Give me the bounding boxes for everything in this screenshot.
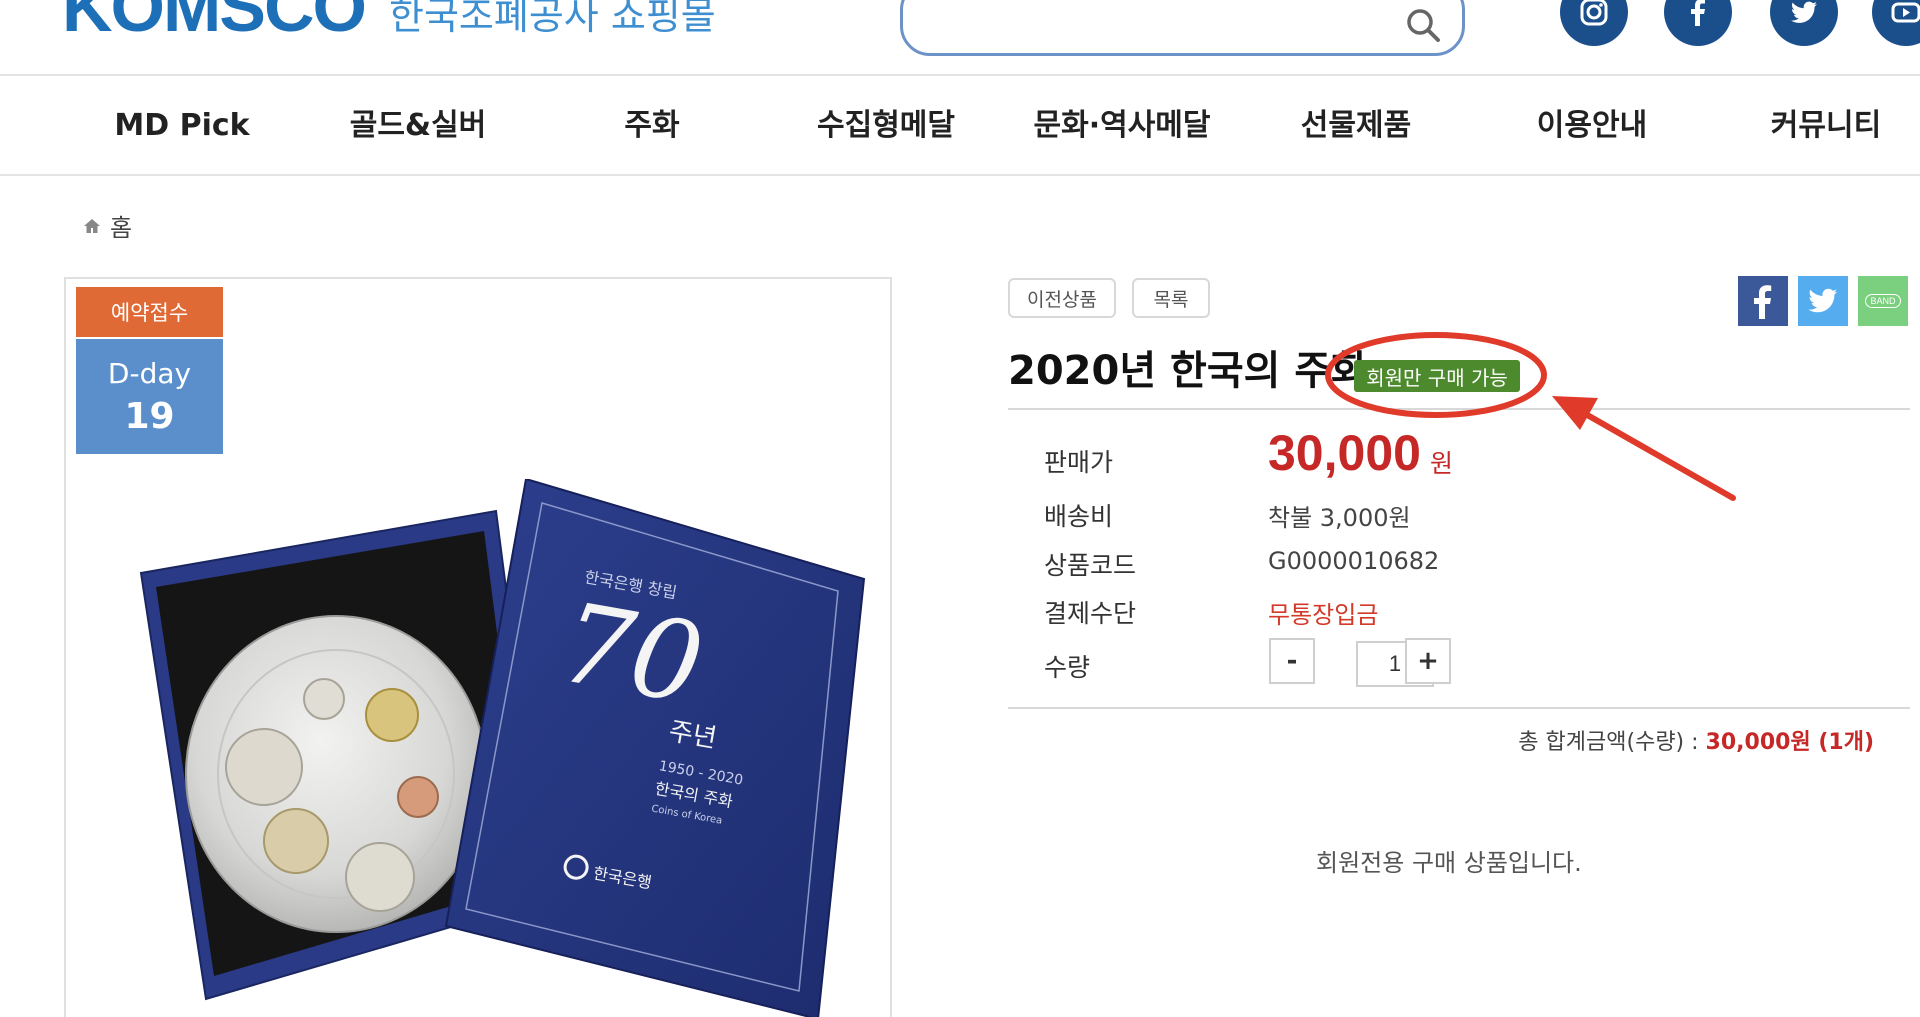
shipping-value: 착불 3,000원 [1268, 504, 1411, 532]
search-icon[interactable] [1403, 5, 1443, 45]
search-input[interactable] [927, 7, 1387, 37]
facebook-icon[interactable] [1664, 0, 1732, 46]
reservation-badge: 예약접수 [76, 287, 223, 337]
share-facebook-icon[interactable] [1738, 276, 1788, 326]
prev-product-button[interactable]: 이전상품 [1008, 278, 1116, 318]
nav-item-community[interactable]: 커뮤니티 [1726, 76, 1920, 176]
price-label: 판매가 [1044, 448, 1114, 477]
breadcrumb-home[interactable]: 홈 [110, 208, 132, 243]
shipping-label: 배송비 [1044, 502, 1114, 531]
list-button[interactable]: 목록 [1132, 278, 1210, 318]
logo-mark: KOMSCO [62, 0, 367, 46]
product-image-panel: 예약접수 D-day 19 한국은행 창립 70 주년 1950 - 2020 … [64, 277, 892, 1017]
nav-item-collectible-medals[interactable]: 수집형메달 [786, 76, 986, 176]
quantity-label: 수량 [1044, 653, 1091, 682]
breadcrumb: 홈 [82, 208, 132, 243]
annotation-arrow-head [1552, 396, 1598, 430]
payment-label: 결제수단 [1044, 599, 1137, 628]
divider-bottom [1008, 707, 1910, 709]
site-logo[interactable]: KOMSCO 한국조폐공사 쇼핑몰 [62, 0, 716, 42]
total-amount: 총 합계금액(수량) : 30,000원 (1개) [1518, 724, 1874, 756]
home-icon [84, 218, 100, 233]
product-title: 2020년 한국의 주화 [1008, 348, 1368, 394]
nav-item-guide[interactable]: 이용안내 [1492, 76, 1692, 176]
site-header: KOMSCO 한국조폐공사 쇼핑몰 [0, 0, 1920, 76]
search-box [900, 0, 1465, 56]
quantity-decrease-button[interactable]: - [1269, 638, 1315, 684]
dday-value: 19 [124, 396, 175, 437]
product-code-value: G0000010682 [1268, 547, 1440, 575]
annotation-arrow-shaft [1572, 405, 1736, 501]
box-number: 70 [552, 578, 712, 728]
share-band-icon[interactable]: BAND [1858, 276, 1908, 326]
youtube-icon[interactable] [1872, 0, 1920, 46]
twitter-icon[interactable] [1770, 0, 1838, 46]
product-image[interactable]: 한국은행 창립 70 주년 1950 - 2020 한국의 주화 Coins o… [106, 479, 866, 1017]
quantity-increase-button[interactable]: + [1405, 638, 1451, 684]
dday-label: D-day [107, 357, 192, 390]
nav-item-gift-products[interactable]: 선물제품 [1256, 76, 1456, 176]
logo-subtitle: 한국조폐공사 쇼핑몰 [389, 0, 716, 38]
product-code-label: 상품코드 [1044, 551, 1137, 580]
nav-item-coins[interactable]: 주화 [552, 76, 752, 176]
nav-item-md-pick[interactable]: MD Pick [82, 76, 282, 176]
main-nav: MD Pick 골드&실버 주화 수집형메달 문화·역사메달 선물제품 이용안내… [0, 76, 1920, 176]
payment-value: 무통장입금 [1268, 601, 1379, 629]
member-only-message: 회원전용 구매 상품입니다. [1316, 849, 1582, 877]
nav-item-culture-history-medals[interactable]: 문화·역사메달 [1022, 76, 1222, 176]
divider-top [1008, 408, 1910, 410]
nav-item-gold-silver[interactable]: 골드&실버 [318, 76, 518, 176]
instagram-icon[interactable] [1560, 0, 1628, 46]
price-value: 30,000 [1268, 425, 1421, 481]
band-label: BAND [1865, 294, 1901, 308]
dday-badge: D-day 19 [76, 339, 223, 454]
price-unit: 원 [1430, 449, 1454, 478]
member-only-tag: 회원만 구매 가능 [1354, 360, 1520, 392]
share-twitter-icon[interactable] [1798, 276, 1848, 326]
total-value: 30,000원 (1개) [1705, 730, 1874, 755]
total-label: 총 합계금액(수량) : [1518, 730, 1706, 755]
